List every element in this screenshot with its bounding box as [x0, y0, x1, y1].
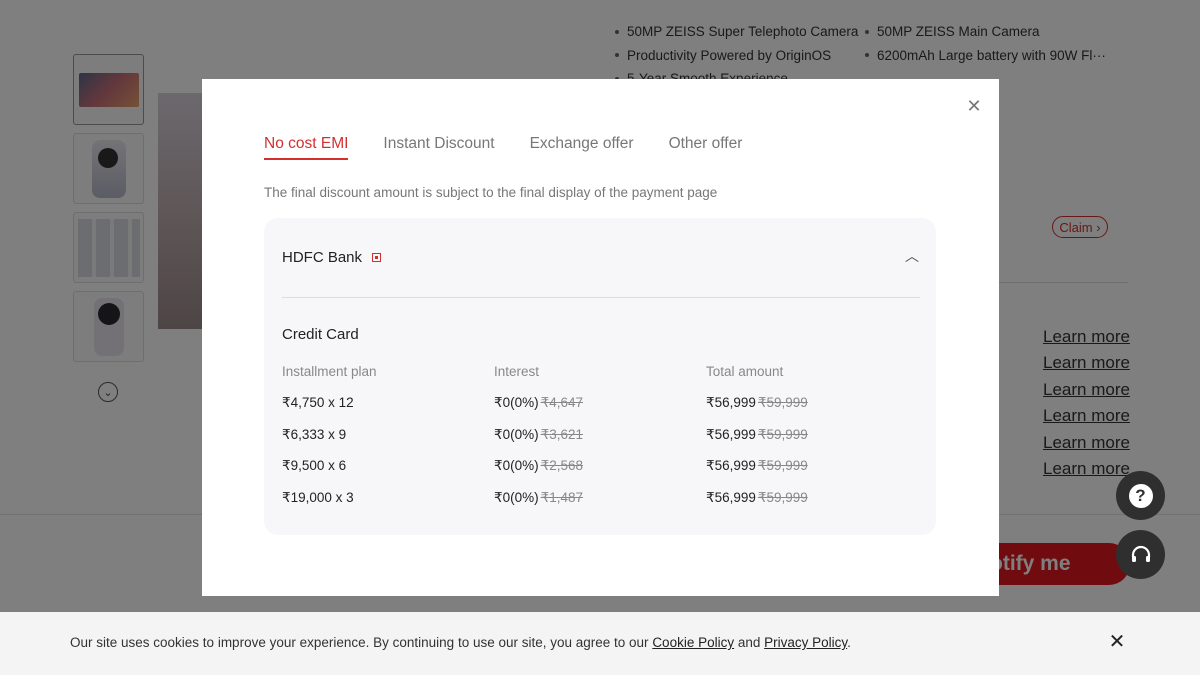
question-icon: ?: [1128, 483, 1153, 508]
tab-exchange-offer[interactable]: Exchange offer: [530, 135, 634, 160]
interest-cell: ₹0(0%): [494, 489, 539, 505]
tab-instant-discount[interactable]: Instant Discount: [383, 135, 494, 160]
card-type-title: Credit Card: [282, 326, 359, 343]
total-cell: ₹56,999: [706, 458, 756, 474]
offer-tabs: No cost EMI Instant Discount Exchange of…: [264, 135, 777, 160]
close-icon[interactable]: ✕: [965, 97, 983, 115]
bank-header[interactable]: HDFC Bank: [282, 249, 382, 266]
total-original: ₹59,999: [757, 426, 808, 442]
total-original: ₹59,999: [757, 489, 808, 505]
header-installment: Installment plan: [282, 364, 377, 379]
chevron-up-icon[interactable]: ︿: [904, 248, 920, 264]
tab-no-cost-emi[interactable]: No cost EMI: [264, 135, 349, 160]
interest-original: ₹1,487: [540, 489, 583, 505]
total-original: ₹59,999: [757, 395, 808, 410]
bank-name: HDFC Bank: [282, 249, 363, 266]
total-original: ₹59,999: [757, 458, 808, 474]
hdfc-logo-icon: [372, 253, 382, 262]
interest-original: ₹4,647: [540, 395, 583, 410]
emi-table: Installment plan Interest Total amount ₹…: [282, 364, 922, 521]
offers-modal: ✕ No cost EMI Instant Discount Exchange …: [202, 79, 999, 596]
plan-cell: ₹19,000 x 3: [282, 489, 354, 505]
cookie-banner: Our site uses cookies to improve your ex…: [0, 612, 1200, 675]
table-row: ₹4,750 x 12 ₹0(0%) ₹4,647 ₹56,999 ₹59,999: [282, 395, 922, 427]
interest-cell: ₹0(0%): [494, 395, 539, 410]
support-button[interactable]: [1116, 530, 1165, 579]
headset-icon: [1131, 545, 1150, 562]
interest-original: ₹3,621: [540, 426, 583, 442]
cookie-message: Our site uses cookies to improve your ex…: [70, 635, 653, 650]
discount-note: The final discount amount is subject to …: [264, 185, 718, 200]
cookie-text: Our site uses cookies to improve your ex…: [70, 635, 851, 650]
tab-other-offer[interactable]: Other offer: [669, 135, 743, 160]
table-header: Installment plan Interest Total amount: [282, 364, 922, 395]
header-total: Total amount: [706, 364, 784, 379]
total-cell: ₹56,999: [706, 426, 756, 442]
total-cell: ₹56,999: [706, 489, 756, 505]
cookie-and: and: [734, 635, 765, 650]
divider: [282, 297, 920, 298]
interest-cell: ₹0(0%): [494, 426, 539, 442]
plan-cell: ₹9,500 x 6: [282, 458, 347, 474]
privacy-policy-link[interactable]: Privacy Policy: [764, 635, 847, 650]
plan-cell: ₹4,750 x 12: [282, 395, 354, 410]
table-row: ₹9,500 x 6 ₹0(0%) ₹2,568 ₹56,999 ₹59,999: [282, 458, 922, 490]
bank-offer-card: HDFC Bank ︿ Credit Card Installment plan…: [264, 218, 936, 535]
table-row: ₹19,000 x 3 ₹0(0%) ₹1,487 ₹56,999 ₹59,999: [282, 490, 922, 522]
total-cell: ₹56,999: [706, 395, 756, 410]
header-interest: Interest: [494, 364, 540, 379]
interest-original: ₹2,568: [540, 458, 583, 474]
plan-cell: ₹6,333 x 9: [282, 426, 347, 442]
interest-cell: ₹0(0%): [494, 458, 539, 474]
cookie-end: .: [847, 635, 851, 650]
cookie-policy-link[interactable]: Cookie Policy: [652, 635, 734, 650]
help-button[interactable]: ?: [1116, 471, 1165, 520]
table-row: ₹6,333 x 9 ₹0(0%) ₹3,621 ₹56,999 ₹59,999: [282, 427, 922, 459]
close-icon[interactable]: ✕: [1108, 632, 1126, 652]
